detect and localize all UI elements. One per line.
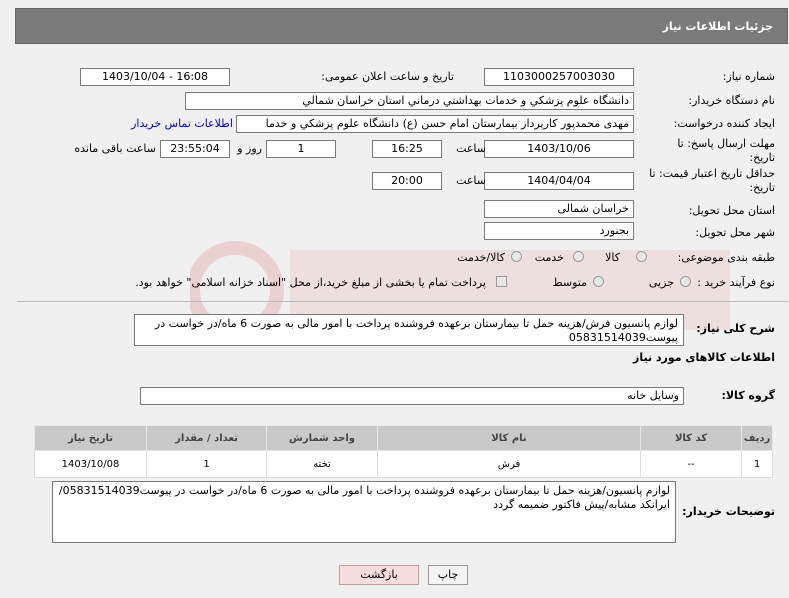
category-option-goods: کالا [605,251,620,264]
deadline-label: مهلت ارسال پاسخ: تا تاریخ: [677,137,775,164]
process-option-medium: متوسط [552,276,587,289]
treasury-checkbox[interactable] [496,276,507,287]
province-label: استان محل تحویل: [688,204,775,217]
col-goods-name: نام کالا [377,425,641,451]
col-row-number: ردیف [741,425,773,451]
contact-buyer-link[interactable]: اطلاعات تماس خریدار [131,117,233,130]
province-field[interactable]: خراسان شمالی [484,200,634,218]
validity-date-field[interactable]: 1404/04/04 [484,172,634,190]
city-label: شهر محل تحویل: [695,226,775,239]
days-field[interactable]: 1 [266,140,336,158]
goods-group-field[interactable]: وسایل خانه [140,387,684,405]
print-button[interactable]: چاپ [428,565,468,585]
category-option-service: خدمت [534,251,564,264]
announce-field[interactable]: 1403/10/04 - 16:08 [80,68,230,86]
goods-table-header-row: ردیف کد کالا نام کالا واحد شمارش تعداد /… [34,425,773,451]
cell-goods-name: فرش [377,450,641,478]
validity-time-field[interactable]: 20:00 [372,172,442,190]
category-radio-service[interactable] [573,251,584,262]
remaining-time-field[interactable]: 23:55:04 [160,140,230,158]
category-label: طبقه بندی موضوعی: [677,251,775,264]
col-unit: واحد شمارش [266,425,378,451]
category-radio-goods-service[interactable] [511,251,522,262]
buyer-notes-label: توضیحات خریدار: [682,505,775,518]
col-goods-code: کد کالا [640,425,742,451]
page-title: جزئیات اطلاعات نیاز [662,20,774,33]
page-header: جزئیات اطلاعات نیاز [15,8,788,44]
category-radio-goods[interactable] [636,251,647,262]
validity-label: حداقل تاریخ اعتبار قیمت: تا تاریخ: [649,167,775,194]
process-label: نوع فرآیند خرید : [697,276,775,289]
creator-field[interactable]: مهدی محمدپور کارپرداز بیمارستان امام حسن… [236,115,634,133]
treasury-note: پرداخت تمام یا بخشی از مبلغ خرید،از محل … [135,276,486,289]
process-radio-minor[interactable] [680,276,691,287]
goods-group-label: گروه کالا: [721,389,775,402]
back-button[interactable]: بازگشت [339,565,419,585]
summary-label: شرح کلی نیاز: [696,322,775,335]
days-label: روز و [237,142,262,155]
cell-unit: تخته [266,450,378,478]
city-field[interactable]: بجنورد [484,222,634,240]
summary-textarea[interactable]: لوازم پانسیون فرش/هزینه حمل تا بیمارستان… [134,314,684,346]
buyer-notes-textarea[interactable]: لوازم پانسیون/هزینه حمل تا بیمارستان برع… [52,481,676,543]
process-radio-medium[interactable] [593,276,604,287]
creator-label: ایجاد کننده درخواست: [673,117,775,130]
cell-row-number: 1 [741,450,773,478]
process-option-minor: جزیی [648,276,674,289]
table-row[interactable]: 1 -- فرش تخته 1 1403/10/08 [34,450,773,478]
announce-label: تاریخ و ساعت اعلان عمومی: [321,70,454,83]
validity-time-label: ساعت [456,174,486,187]
deadline-time-label: ساعت [456,142,486,155]
cell-goods-code: -- [640,450,742,478]
need-number-field[interactable]: 1103000257003030 [484,68,634,86]
remaining-label: ساعت باقی مانده [74,142,156,155]
col-quantity: تعداد / مقدار [146,425,267,451]
goods-section-title: اطلاعات کالاهای مورد نیاز [633,351,775,364]
col-need-date: تاریخ نیاز [34,425,147,451]
deadline-time-field[interactable]: 16:25 [372,140,442,158]
cell-need-date: 1403/10/08 [34,450,147,478]
buyer-field[interactable]: دانشگاه علوم پزشکي و خدمات بهداشتي درمان… [185,92,634,110]
cell-quantity: 1 [146,450,267,478]
need-number-label: شماره نیاز: [722,70,775,83]
deadline-date-field[interactable]: 1403/10/06 [484,140,634,158]
category-option-goods-service: کالا/خدمت [457,251,505,264]
goods-table: ردیف کد کالا نام کالا واحد شمارش تعداد /… [34,425,773,478]
divider [17,301,788,302]
buyer-label: نام دستگاه خریدار: [688,94,775,107]
